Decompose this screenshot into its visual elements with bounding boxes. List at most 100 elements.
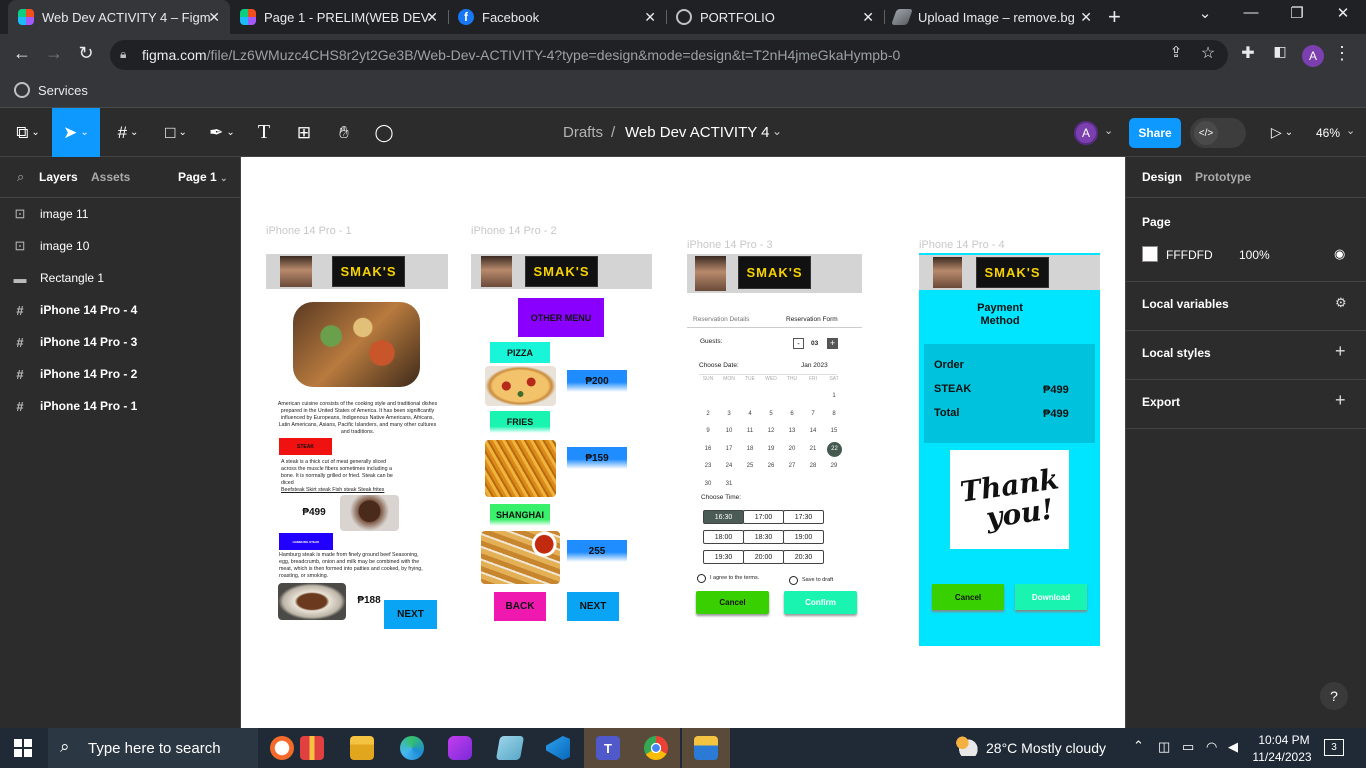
help-button[interactable]: ? (1320, 682, 1348, 710)
tab-facebook[interactable]: f Facebook ✕ (448, 0, 666, 34)
time-slot[interactable]: 17:00 (743, 510, 784, 524)
tab-layers[interactable]: Layers (39, 170, 78, 184)
hand-tool-icon[interactable]: ✋︎ (330, 108, 358, 157)
guests-value[interactable]: 03 (811, 340, 818, 347)
calendar-day[interactable]: 22 (827, 441, 842, 457)
file-name[interactable]: Web Dev ACTIVITY 4 (625, 124, 770, 141)
calendar-day[interactable]: 8 (827, 411, 841, 417)
close-icon[interactable]: ✕ (1080, 9, 1092, 26)
move-tool-button[interactable]: ➤ ⌄ (52, 108, 100, 157)
calendar-day[interactable]: 27 (785, 463, 799, 469)
time-slot[interactable]: 20:30 (783, 550, 824, 564)
calendar-day[interactable]: 12 (764, 428, 778, 434)
calendar-day[interactable]: 10 (722, 428, 736, 434)
calendar-day[interactable]: 24 (722, 463, 736, 469)
save-draft-radio[interactable] (789, 576, 798, 585)
bookmark-star-icon[interactable]: ☆ (1196, 43, 1220, 63)
tab-reservation-details[interactable]: Reservation Details (693, 316, 749, 323)
clock-time[interactable]: 10:04 PM (1257, 733, 1311, 747)
calendar-day[interactable]: 14 (806, 428, 820, 434)
layer-iphone-1[interactable]: # iPhone 14 Pro - 1 (0, 390, 240, 422)
agree-radio[interactable] (697, 574, 706, 583)
profile-avatar[interactable]: A (1302, 45, 1324, 67)
comment-tool-icon[interactable]: ◯ (370, 108, 398, 157)
weather-text[interactable]: 28°C Mostly cloudy (986, 740, 1106, 756)
tab-assets[interactable]: Assets (91, 170, 130, 184)
chevron-down-icon[interactable]: ⌄ (772, 124, 782, 138)
month-label[interactable]: Jan 2023 (801, 362, 828, 369)
volume-icon[interactable]: ◀︎ (1228, 739, 1238, 755)
frame2-next-button[interactable]: NEXT (567, 592, 619, 621)
payment-download-button[interactable]: Download (1015, 584, 1087, 610)
frame-label-2[interactable]: iPhone 14 Pro - 2 (471, 225, 557, 237)
shape-tool-icon[interactable]: □ ⌄ (156, 108, 196, 157)
add-style-icon[interactable]: + (1335, 341, 1346, 362)
layer-iphone-2[interactable]: # iPhone 14 Pro - 2 (0, 358, 240, 390)
zoom-level[interactable]: 46% (1316, 126, 1340, 140)
export-heading[interactable]: Export (1142, 395, 1180, 409)
pizza-label[interactable]: PIZZA (490, 342, 550, 363)
guests-increment[interactable]: + (827, 338, 838, 349)
notification-center-icon[interactable]: 3 (1324, 739, 1344, 756)
wifi-icon[interactable]: ◠ (1206, 739, 1217, 755)
calendar-day[interactable]: 29 (827, 463, 841, 469)
forward-arrow-icon[interactable]: → (42, 43, 66, 64)
calendar-day[interactable]: 21 (806, 446, 820, 452)
calendar-day[interactable]: 17 (722, 446, 736, 452)
tab-portfolio[interactable]: PORTFOLIO ✕ (666, 0, 884, 34)
time-slot[interactable]: 16:30 (703, 510, 744, 524)
main-menu-icon[interactable]: ⧉ ⌄ (8, 108, 48, 157)
calendar-day[interactable]: 4 (743, 411, 757, 417)
pen-tool-icon[interactable]: ✒ ⌄ (202, 108, 242, 157)
time-slot[interactable]: 19:00 (783, 530, 824, 544)
bookmark-services[interactable]: Services (38, 83, 88, 98)
user-avatar[interactable]: A (1074, 121, 1098, 145)
calendar-day[interactable]: 31 (722, 481, 736, 487)
close-icon[interactable]: ✕ (208, 9, 220, 26)
text-tool-icon[interactable]: T (250, 108, 278, 157)
calendar-day[interactable]: 30 (701, 481, 715, 487)
more-menu-icon[interactable]: ⋮ (1330, 43, 1354, 64)
calendar-day[interactable]: 2 (701, 411, 715, 417)
frame-label-1[interactable]: iPhone 14 Pro - 1 (266, 225, 352, 237)
page-color-hex[interactable]: FFFDFD (1166, 248, 1213, 262)
calendar-day[interactable]: 23 (701, 463, 715, 469)
fries-label[interactable]: FRIES (490, 411, 550, 433)
layer-image-11[interactable]: ⊡ image 11 (0, 198, 240, 230)
calendar-day[interactable]: 5 (764, 411, 778, 417)
calendar-day[interactable]: 18 (743, 446, 757, 452)
camera-icon[interactable]: ◫ (1158, 739, 1170, 755)
lock-icon[interactable]: 🔒︎ (120, 47, 126, 62)
calendar-day[interactable]: 19 (764, 446, 778, 452)
layer-iphone-3[interactable]: # iPhone 14 Pro - 3 (0, 326, 240, 358)
design-canvas[interactable]: iPhone 14 Pro - 1 SMAK'S American cuisin… (241, 157, 1125, 728)
close-icon[interactable]: ✕ (862, 9, 874, 26)
calendar-day[interactable]: 15 (827, 428, 841, 434)
tab-search-chevron-icon[interactable]: ⌄ (1190, 4, 1220, 22)
search-icon[interactable]: ⌕ (17, 169, 24, 185)
breadcrumb-drafts[interactable]: Drafts (563, 124, 603, 141)
close-icon[interactable]: ✕ (426, 9, 438, 26)
weather-icon[interactable] (954, 734, 978, 756)
add-export-icon[interactable]: + (1335, 390, 1346, 411)
clock-date[interactable]: 11/24/2023 (1251, 750, 1313, 764)
minimize-button[interactable]: — (1236, 4, 1266, 21)
taskbar-app-notes[interactable] (486, 728, 534, 768)
extensions-icon[interactable]: ✚ (1236, 43, 1260, 63)
tab-prototype[interactable]: Prototype (1195, 170, 1251, 184)
page-color-swatch[interactable] (1142, 246, 1158, 262)
chevron-down-icon[interactable]: ⌄ (1346, 124, 1355, 137)
calendar-day[interactable]: 13 (785, 428, 799, 434)
local-variables[interactable]: Local variables (1142, 297, 1229, 311)
time-slot[interactable]: 17:30 (783, 510, 824, 524)
restore-button[interactable]: ❐ (1282, 4, 1312, 22)
calendar-day[interactable]: 20 (785, 446, 799, 452)
frame1-next-button[interactable]: NEXT (384, 600, 437, 629)
calendar-day[interactable]: 7 (806, 411, 820, 417)
calendar-day[interactable]: 11 (743, 428, 757, 434)
frame-tool-icon[interactable]: # ⌄ (108, 108, 148, 157)
close-icon[interactable]: ✕ (644, 9, 656, 26)
local-styles[interactable]: Local styles (1142, 346, 1211, 360)
time-slot[interactable]: 18:00 (703, 530, 744, 544)
page-opacity[interactable]: 100% (1239, 248, 1270, 262)
